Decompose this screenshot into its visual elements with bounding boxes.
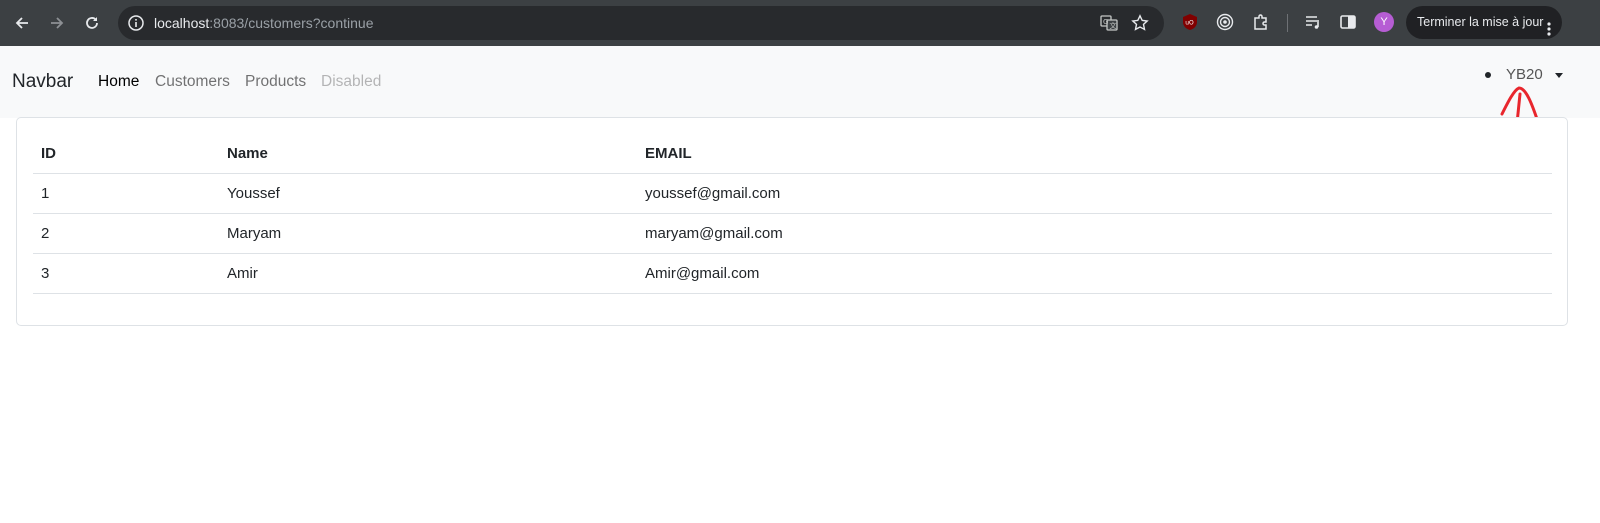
url-path: :8083/customers?continue: [209, 15, 374, 31]
table-header-row: ID Name EMAIL: [33, 135, 1552, 174]
customers-table: ID Name EMAIL 1 Youssef youssef@gmail.co…: [33, 135, 1552, 294]
cell-email: maryam@gmail.com: [637, 213, 1552, 254]
url-text: localhost:8083/customers?continue: [154, 14, 373, 32]
nav-link-products[interactable]: Products: [245, 73, 306, 91]
column-header-name: Name: [219, 135, 637, 174]
site-info-icon[interactable]: [127, 14, 145, 32]
bookmark-star-icon[interactable]: [1131, 14, 1149, 32]
update-button[interactable]: Terminer la mise à jour: [1406, 6, 1562, 39]
navbar-brand[interactable]: Navbar: [12, 71, 73, 93]
column-header-id: ID: [33, 135, 219, 174]
cell-name: Maryam: [219, 213, 637, 254]
chevron-down-icon: [1555, 73, 1563, 78]
kebab-menu-icon[interactable]: [1547, 16, 1551, 36]
browser-toolbar: localhost:8083/customers?continue G文 uO …: [0, 0, 1600, 46]
extensions-puzzle-icon[interactable]: [1251, 12, 1271, 32]
profile-avatar[interactable]: Y: [1374, 12, 1394, 32]
url-host: localhost: [154, 15, 210, 31]
cell-email: Amir@gmail.com: [637, 253, 1552, 294]
nav-link-disabled: Disabled: [321, 73, 382, 90]
reading-list-icon[interactable]: [1303, 12, 1323, 32]
svg-text:G: G: [1103, 18, 1108, 26]
nav-link-home[interactable]: Home: [98, 73, 139, 91]
cell-name: Youssef: [219, 173, 637, 214]
column-header-email: EMAIL: [637, 135, 1552, 174]
toolbar-separator: [1287, 14, 1288, 32]
table-row: 1 Youssef youssef@gmail.com: [33, 173, 1552, 214]
cell-id: 1: [33, 173, 219, 214]
app-navbar: Navbar Home Customers Products Disabled …: [0, 46, 1600, 118]
table-row: 3 Amir Amir@gmail.com: [33, 253, 1552, 294]
back-icon[interactable]: [10, 11, 34, 35]
table-row: 2 Maryam maryam@gmail.com: [33, 213, 1552, 254]
translate-icon[interactable]: G文: [1100, 14, 1118, 32]
list-bullet: [1485, 72, 1491, 78]
cell-id: 2: [33, 213, 219, 254]
reload-icon[interactable]: [80, 11, 104, 35]
side-panel-icon[interactable]: [1338, 12, 1358, 32]
forward-icon[interactable]: [45, 11, 69, 35]
nav-link-customers[interactable]: Customers: [155, 73, 230, 91]
extension-target-icon[interactable]: [1215, 12, 1235, 32]
ublock-icon[interactable]: uO: [1180, 12, 1200, 32]
address-bar[interactable]: localhost:8083/customers?continue G文: [118, 6, 1164, 40]
cell-name: Amir: [219, 253, 637, 294]
svg-text:uO: uO: [1185, 20, 1194, 27]
svg-text:文: 文: [1110, 21, 1117, 30]
cell-email: youssef@gmail.com: [637, 173, 1552, 214]
update-button-label: Terminer la mise à jour: [1417, 15, 1544, 29]
cell-id: 3: [33, 253, 219, 294]
customers-card: ID Name EMAIL 1 Youssef youssef@gmail.co…: [16, 117, 1568, 326]
